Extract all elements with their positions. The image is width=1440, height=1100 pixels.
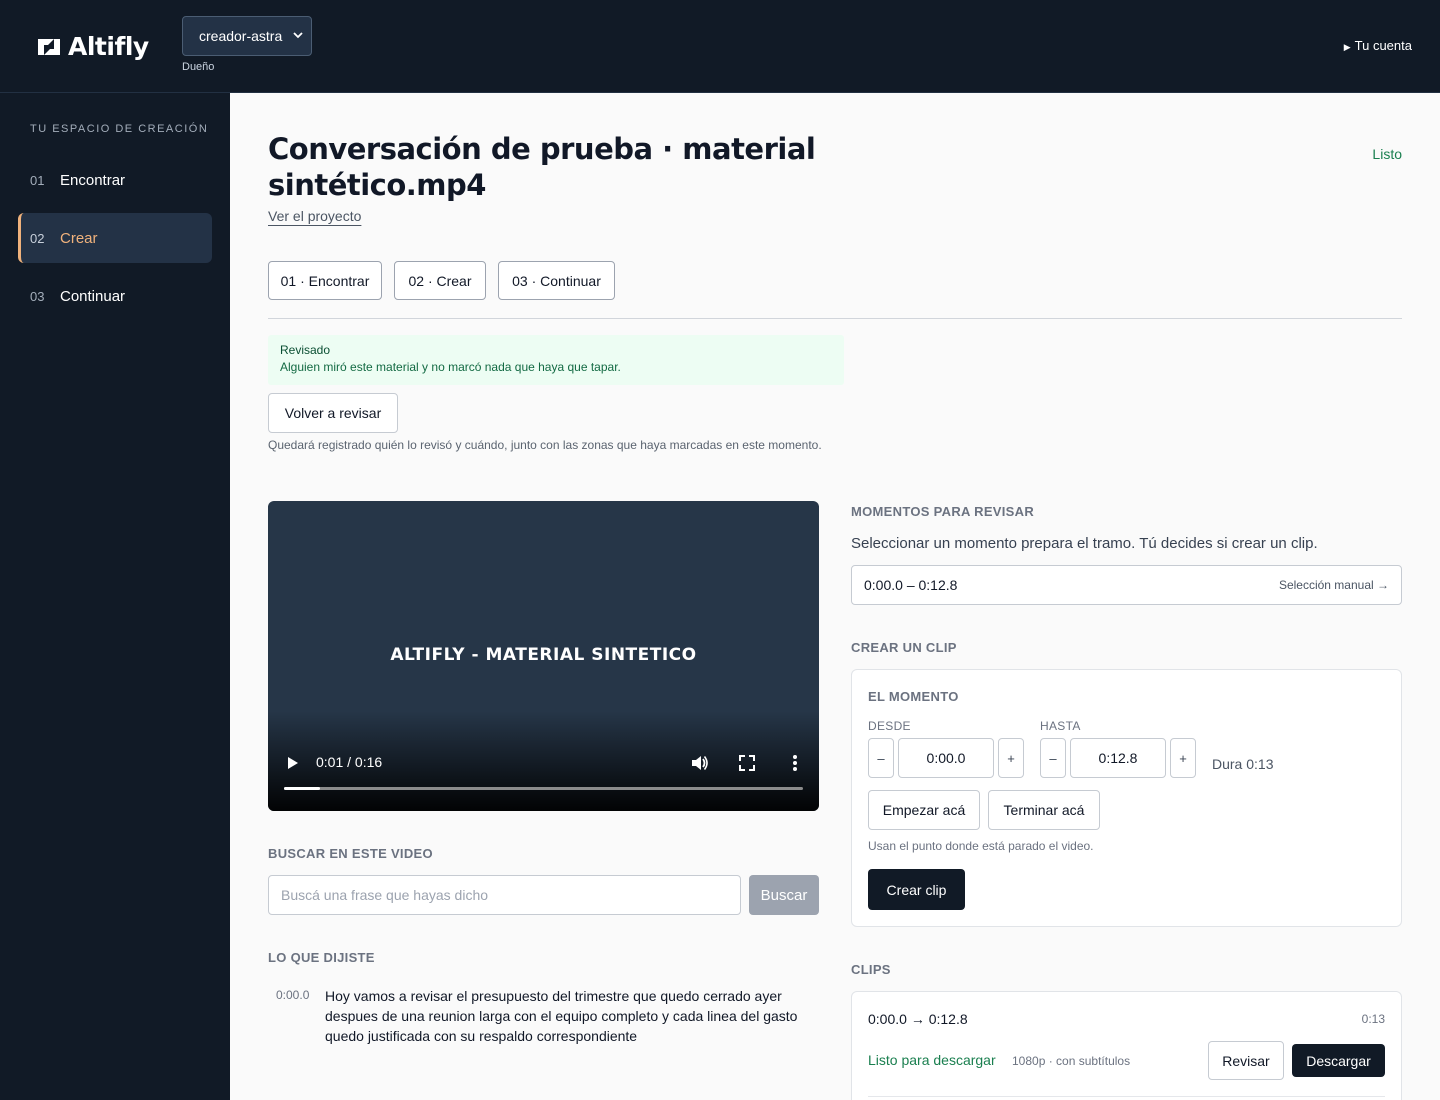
rereview-button[interactable]: Volver a revisar: [268, 393, 398, 433]
sidebar-item-number: 01: [30, 172, 45, 188]
create-clip-heading: CREAR UN CLIP: [851, 640, 957, 655]
review-title: Revisado: [280, 343, 331, 357]
clip-item: 0:00.0 → 0:12.8 0:13 Listo para descarga…: [851, 991, 1402, 1100]
sidebar: TU ESPACIO DE CREACIÓN 01 Encontrar 02 C…: [0, 93, 230, 1100]
sidebar-item-label: Crear: [60, 229, 98, 247]
step-button-continuar[interactable]: 03 · Continuar: [498, 261, 615, 300]
account-menu[interactable]: ▶ Tu cuenta: [1344, 38, 1412, 53]
to-decrement-button[interactable]: –: [1040, 738, 1066, 778]
clip-range: 0:00.0 → 0:12.8: [868, 1011, 968, 1027]
account-label: Tu cuenta: [1354, 38, 1412, 53]
clip-review-button[interactable]: Revisar: [1208, 1041, 1284, 1080]
moments-note: Seleccionar un momento prepara el tramo.…: [851, 535, 1318, 552]
transcript-heading: LO QUE DIJISTE: [268, 950, 375, 965]
review-status-box: Revisado Alguien miró este material y no…: [268, 335, 844, 385]
clip-duration: Dura 0:13: [1212, 756, 1274, 772]
search-input[interactable]: [268, 875, 741, 915]
fullscreen-icon[interactable]: [737, 753, 757, 773]
logo[interactable]: Altifly: [36, 32, 149, 61]
triangle-right-icon: ▶: [1343, 42, 1351, 52]
top-bar: Altifly creador-astra Dueño ▶ Tu cuenta: [0, 0, 1440, 93]
workspace-value: creador-astra: [199, 28, 283, 44]
to-label: HASTA: [1040, 719, 1081, 733]
moment-range-select[interactable]: 0:00.0 – 0:12.8 Selección manual →: [851, 565, 1402, 605]
transcript-text: Hoy vamos a revisar el presupuesto del t…: [325, 988, 798, 1044]
clip-length: 0:13: [1361, 1012, 1385, 1026]
sidebar-item-number: 03: [30, 288, 45, 304]
clip-download-button[interactable]: Descargar: [1292, 1044, 1385, 1077]
sidebar-item-encontrar[interactable]: 01 Encontrar: [18, 155, 212, 205]
more-options-icon[interactable]: [785, 753, 805, 773]
to-time-field[interactable]: 0:12.8: [1070, 738, 1166, 778]
step-button-crear[interactable]: 02 · Crear: [394, 261, 486, 300]
search-button[interactable]: Buscar: [749, 875, 819, 915]
video-progress-bar[interactable]: [284, 787, 803, 790]
sidebar-item-continuar[interactable]: 03 Continuar: [18, 271, 212, 321]
to-increment-button[interactable]: +: [1170, 738, 1196, 778]
create-clip-card: EL MOMENTO DESDE HASTA – 0:00.0 + – 0:12…: [851, 669, 1402, 927]
sidebar-item-label: Encontrar: [60, 171, 126, 189]
sidebar-item-number: 02: [30, 230, 45, 246]
search-heading: BUSCAR EN ESTE VIDEO: [268, 846, 433, 861]
start-here-button[interactable]: Empezar acá: [868, 790, 980, 830]
moment-heading: EL MOMENTO: [868, 689, 959, 704]
page-title: Conversación de prueba · material sintét…: [268, 132, 816, 202]
chevron-down-icon: [293, 30, 303, 43]
here-note: Usan el punto donde está parado el video…: [868, 839, 1094, 853]
from-decrement-button[interactable]: –: [868, 738, 894, 778]
clips-heading: CLIPS: [851, 962, 891, 977]
logo-text: Altifly: [68, 32, 149, 61]
manual-selection-link[interactable]: Selección manual →: [1279, 578, 1389, 592]
video-time: 0:01 / 0:16: [316, 754, 383, 770]
video-progress-fill: [284, 787, 321, 790]
sidebar-item-crear[interactable]: 02 Crear: [18, 213, 212, 263]
from-label: DESDE: [868, 719, 911, 733]
step-button-encontrar[interactable]: 01 · Encontrar: [268, 261, 382, 300]
status-badge: Listo: [1372, 146, 1402, 162]
sidebar-title: TU ESPACIO DE CREACIÓN: [30, 123, 209, 135]
review-detail: Alguien miró este material y no marcó na…: [280, 360, 621, 374]
create-clip-button[interactable]: Crear clip: [868, 869, 965, 910]
from-time-field[interactable]: 0:00.0: [898, 738, 994, 778]
video-controls: 0:01 / 0:16: [268, 751, 819, 811]
from-increment-button[interactable]: +: [998, 738, 1024, 778]
sidebar-item-label: Continuar: [60, 287, 126, 305]
clip-meta: 1080p · con subtítulos: [1012, 1054, 1131, 1068]
main-content: Conversación de prueba · material sintét…: [230, 93, 1440, 1100]
video-player[interactable]: ALTIFLY - MATERIAL SINTETICO 0:01 / 0:16: [268, 501, 819, 811]
moments-heading: MOMENTOS PARA REVISAR: [851, 504, 1035, 519]
logo-icon: [36, 35, 62, 59]
project-link[interactable]: Ver el proyecto: [268, 208, 361, 224]
volume-icon[interactable]: [689, 753, 709, 773]
role-label: Dueño: [182, 61, 215, 73]
rereview-note: Quedará registrado quién lo revisó y cuá…: [268, 438, 822, 452]
clip-status: Listo para descargar: [868, 1052, 996, 1068]
divider: [268, 318, 1402, 319]
play-icon[interactable]: [286, 755, 300, 771]
moment-range-value: 0:00.0 – 0:12.8: [864, 577, 958, 593]
transcript-timestamp[interactable]: 0:00.0: [276, 988, 309, 1002]
video-caption: ALTIFLY - MATERIAL SINTETICO: [390, 645, 697, 665]
workspace-select[interactable]: creador-astra: [182, 16, 312, 56]
divider: [868, 1096, 1385, 1097]
end-here-button[interactable]: Terminar acá: [988, 790, 1100, 830]
